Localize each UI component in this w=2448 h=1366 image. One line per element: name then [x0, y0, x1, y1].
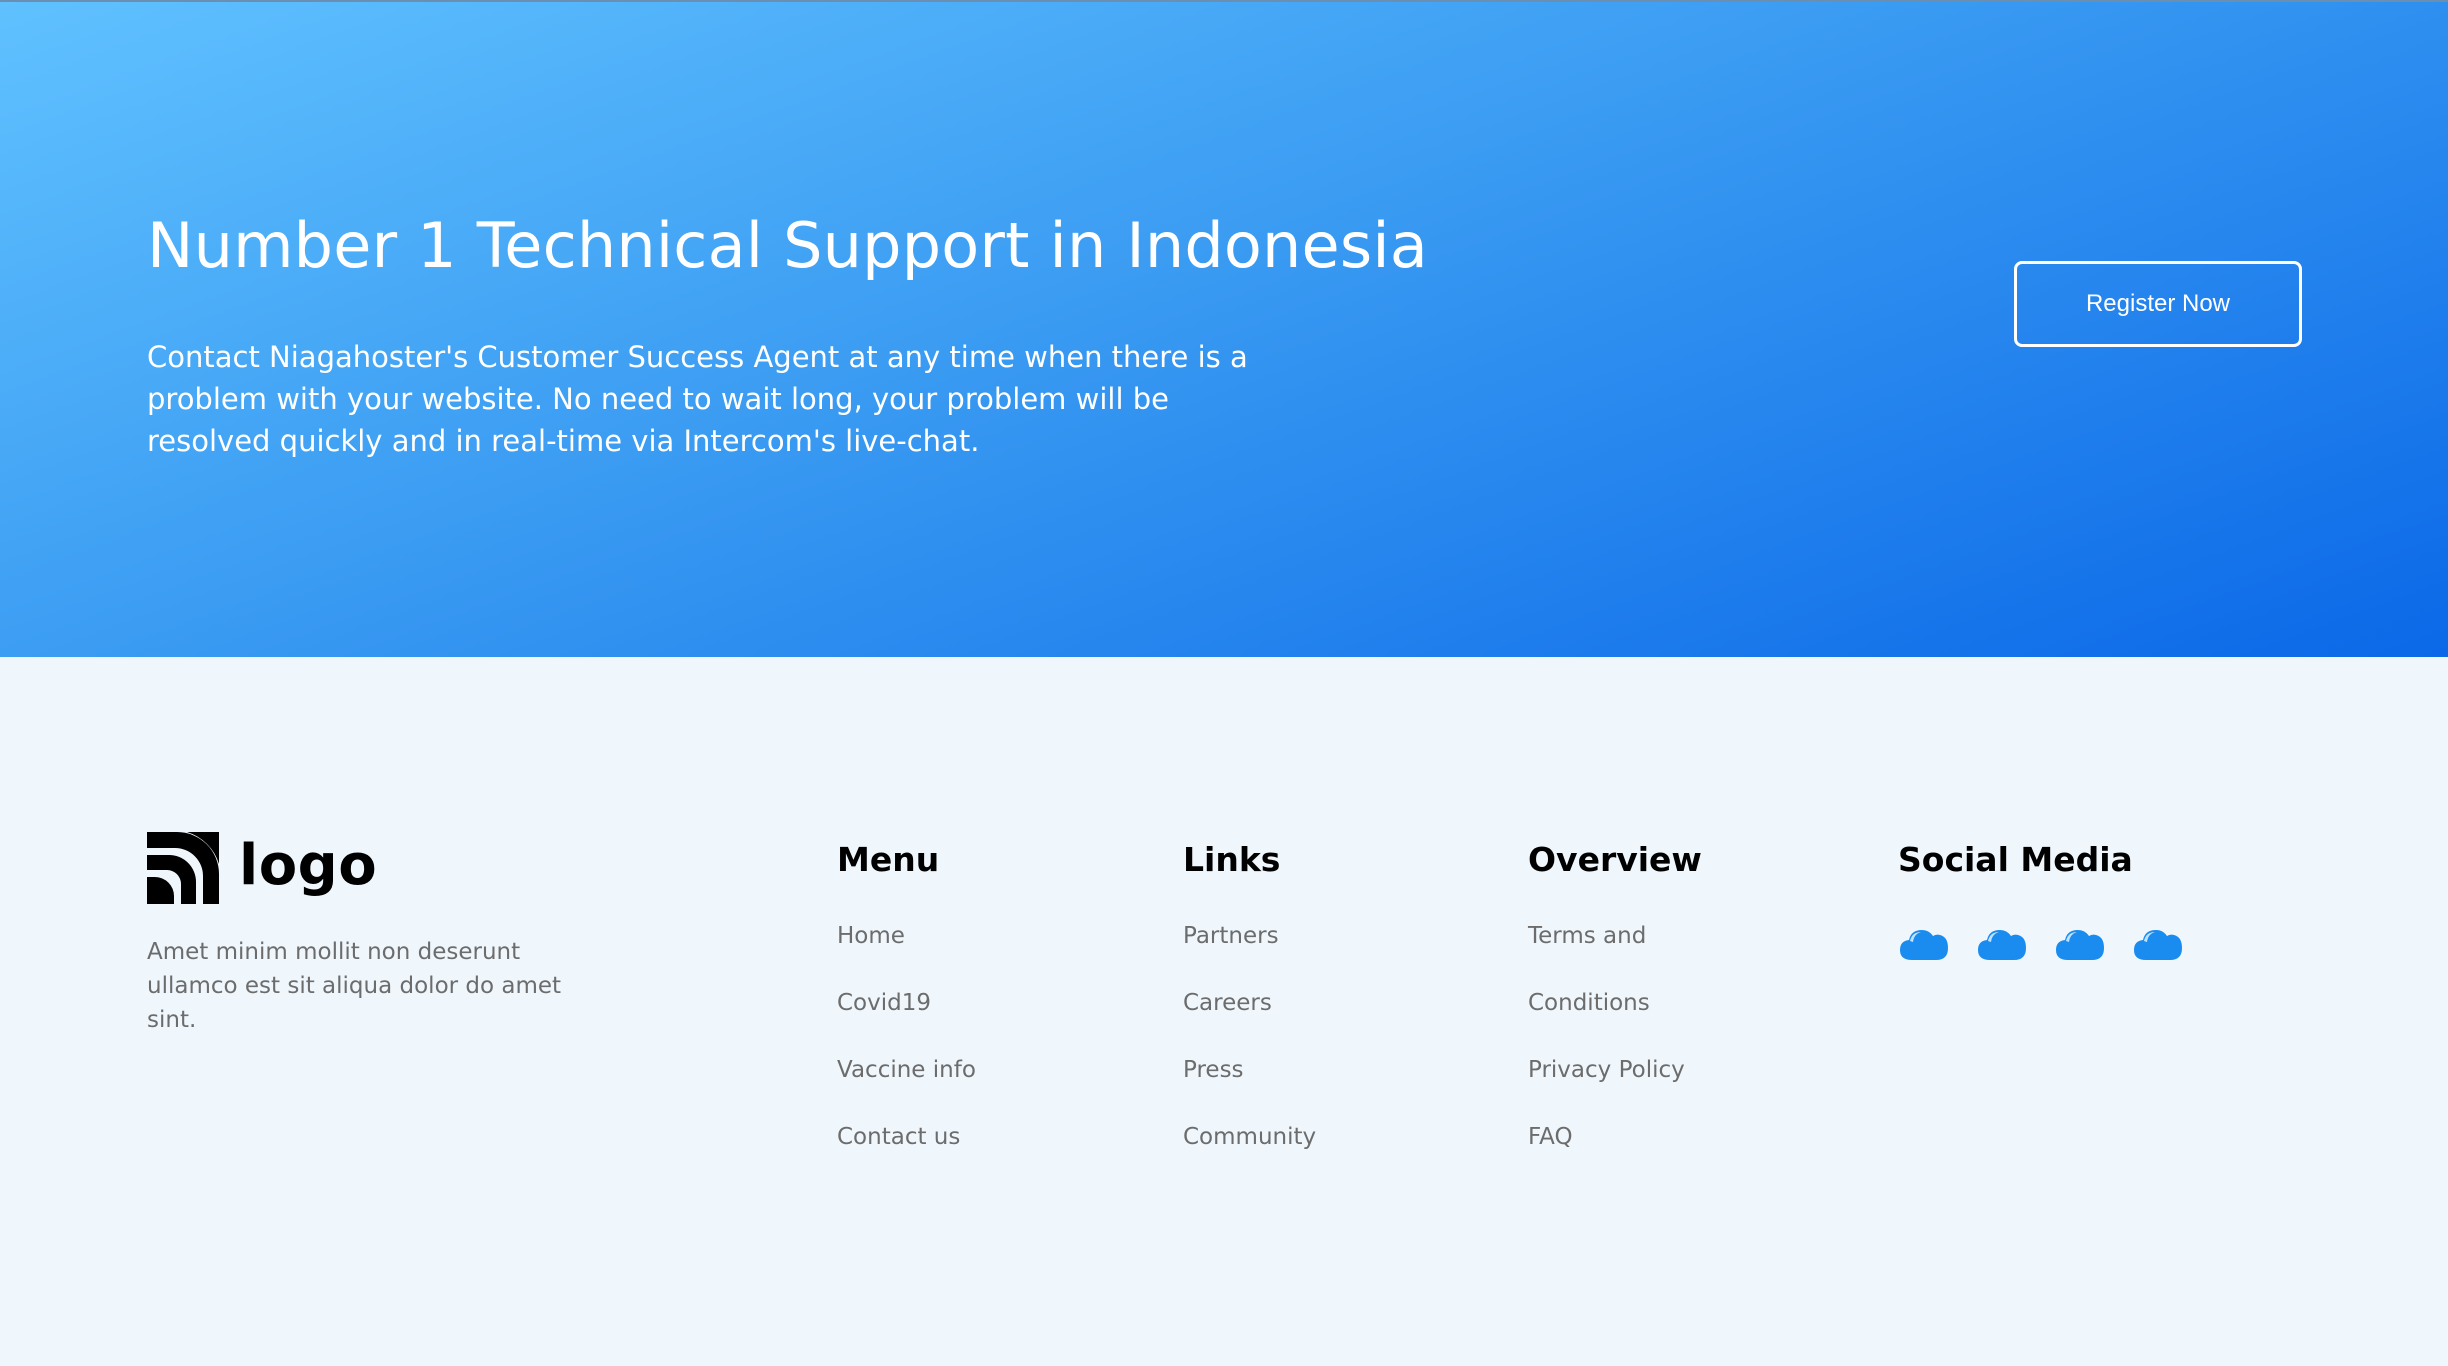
footer-column-overview: Overview Terms and Conditions Privacy Po… [1528, 832, 1702, 1149]
footer-link-home[interactable]: Home [837, 924, 976, 991]
footer-link-conditions[interactable]: Conditions [1528, 991, 1685, 1058]
footer-link-community[interactable]: Community [1183, 1125, 1316, 1192]
footer-column-title: Links [1183, 840, 1281, 879]
footer-column-menu: Menu Home Covid19 Vaccine info Contact u… [837, 832, 976, 1149]
footer-menu-list: Home Covid19 Vaccine info Contact us [837, 924, 976, 1192]
footer-overview-list: Terms and Conditions Privacy Policy FAQ [1528, 924, 1685, 1192]
footer-link-contact-us[interactable]: Contact us [837, 1125, 976, 1192]
register-now-button[interactable]: Register Now [2014, 261, 2302, 347]
hero-title: Number 1 Technical Support in Indonesia [147, 209, 1428, 282]
footer-link-terms[interactable]: Terms and [1528, 924, 1685, 991]
social-icons [1898, 924, 2184, 962]
footer-link-covid19[interactable]: Covid19 [837, 991, 976, 1058]
footer-link-careers[interactable]: Careers [1183, 991, 1316, 1058]
cloud-icon[interactable] [1976, 924, 2028, 962]
footer-link-press[interactable]: Press [1183, 1058, 1316, 1125]
logo-mark-icon [147, 832, 219, 904]
logo[interactable]: logo [147, 832, 377, 904]
footer-column-title: Menu [837, 840, 940, 879]
footer-link-vaccine-info[interactable]: Vaccine info [837, 1058, 976, 1125]
cloud-icon[interactable] [2054, 924, 2106, 962]
footer-column-title: Overview [1528, 840, 1702, 879]
footer-column-title: Social Media [1898, 840, 2133, 879]
footer-link-faq[interactable]: FAQ [1528, 1125, 1685, 1192]
footer-column-social: Social Media [1898, 832, 2182, 960]
logo-text: logo [239, 833, 378, 898]
hero-banner: Number 1 Technical Support in Indonesia … [0, 0, 2448, 657]
footer-link-partners[interactable]: Partners [1183, 924, 1316, 991]
footer-about-text: Amet minim mollit non deserunt ullamco e… [147, 939, 562, 1033]
footer-link-privacy-policy[interactable]: Privacy Policy [1528, 1058, 1685, 1125]
cloud-icon[interactable] [2132, 924, 2184, 962]
footer-column-links: Links Partners Careers Press Community [1183, 832, 1316, 1149]
hero-description: Contact Niagahoster's Customer Success A… [147, 340, 1248, 458]
footer: logo Amet minim mollit non deserunt ulla… [0, 657, 2448, 1366]
footer-links-list: Partners Careers Press Community [1183, 924, 1316, 1192]
cloud-icon[interactable] [1898, 924, 1950, 962]
